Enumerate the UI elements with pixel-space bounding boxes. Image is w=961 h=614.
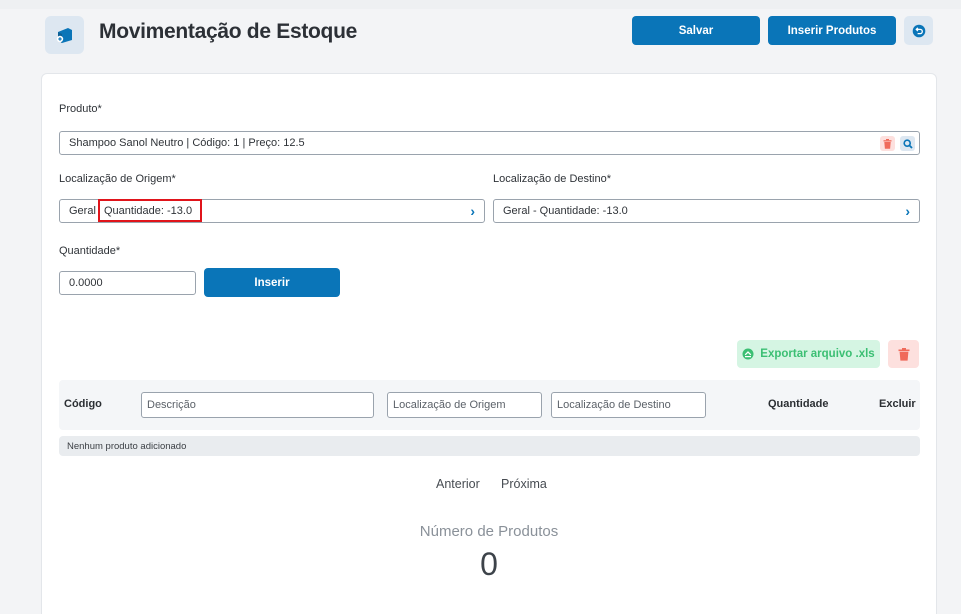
destino-value: Geral - Quantidade: -13.0 [503, 205, 628, 217]
page-title: Movimentação de Estoque [99, 20, 357, 43]
search-icon [902, 138, 913, 149]
product-count-value: 0 [480, 546, 498, 582]
destino-label: Localização de Destino* [493, 173, 612, 185]
filter-descricao-input[interactable]: Descrição [141, 392, 374, 418]
chevron-right-icon: › [470, 203, 475, 219]
trash-icon [898, 347, 909, 361]
next-page-link[interactable]: Próxima [501, 477, 547, 491]
origem-quantity-highlight: Quantidade: -13.0 [98, 199, 202, 222]
trash-icon [883, 138, 892, 149]
col-excluir: Excluir [879, 398, 916, 410]
product-count-label: Número de Produtos [419, 523, 559, 540]
export-xls-button[interactable]: Exportar arquivo .xls [737, 340, 880, 368]
export-label: Exportar arquivo .xls [760, 348, 875, 360]
col-codigo: Código [64, 398, 102, 410]
filter-origem-input[interactable]: Localização de Origem [387, 392, 542, 418]
origem-quantity-text: Quantidade: -13.0 [104, 204, 193, 217]
insert-products-button[interactable]: Inserir Produtos [768, 16, 896, 45]
produto-label: Produto* [59, 103, 102, 115]
quantidade-value: 0.0000 [69, 277, 103, 289]
chevron-right-icon: › [905, 203, 910, 219]
undo-icon [912, 24, 925, 37]
search-product-button[interactable] [900, 136, 915, 151]
empty-table-message: Nenhum produto adicionado [59, 436, 920, 456]
undo-button[interactable] [904, 16, 933, 45]
filter-destino-input[interactable]: Localização de Destino [551, 392, 706, 418]
prev-page-link[interactable]: Anterior [436, 477, 480, 491]
top-bar [0, 0, 961, 9]
quantidade-input[interactable]: 0.0000 [59, 271, 196, 295]
clear-product-button[interactable] [880, 136, 895, 151]
produto-field[interactable]: Shampoo Sanol Neutro | Código: 1 | Preço… [59, 131, 920, 155]
box-icon [45, 16, 84, 54]
produto-value: Shampoo Sanol Neutro | Código: 1 | Preço… [69, 137, 305, 149]
quantidade-label: Quantidade* [59, 245, 121, 257]
delete-all-button[interactable] [888, 340, 919, 368]
origem-label: Localização de Origem* [59, 173, 176, 185]
save-button[interactable]: Salvar [632, 16, 760, 45]
origem-prefix: Geral [69, 205, 96, 217]
destino-select[interactable]: Geral - Quantidade: -13.0 › [493, 199, 920, 223]
export-icon [742, 348, 754, 360]
col-quantidade: Quantidade [768, 398, 829, 410]
inserir-button[interactable]: Inserir [204, 268, 340, 297]
